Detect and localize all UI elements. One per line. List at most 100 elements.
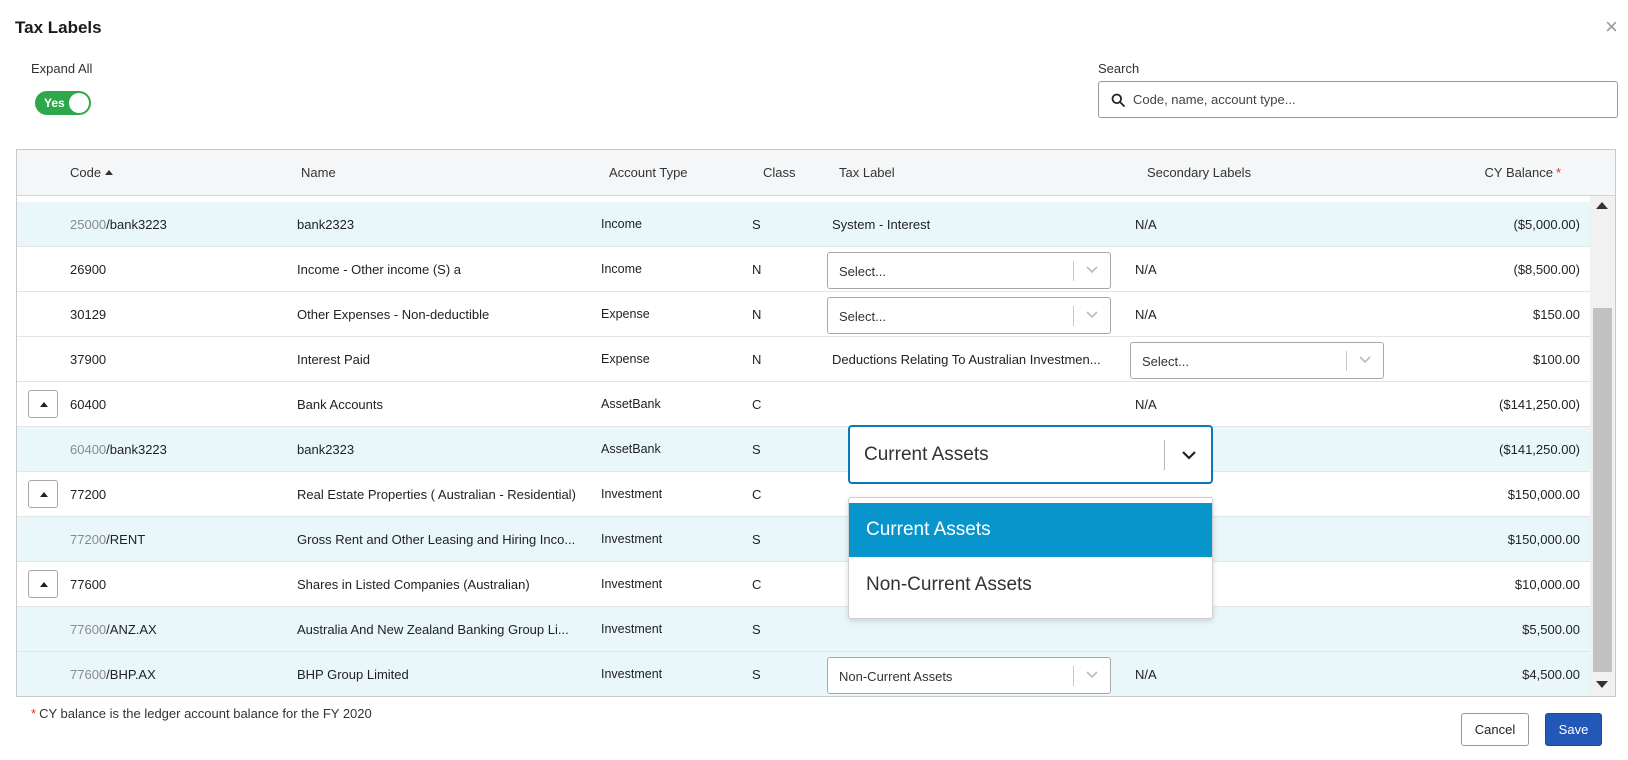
table-row[interactable]: 60400 Bank Accounts AssetBank C N/A ($14…: [17, 382, 1590, 427]
account-type-cell: Income: [601, 217, 642, 231]
column-header-cy-balance-label: CY Balance: [1484, 165, 1553, 180]
scroll-up-icon[interactable]: [1596, 202, 1608, 209]
save-button[interactable]: Save: [1545, 713, 1602, 746]
account-type-cell: AssetBank: [601, 397, 661, 411]
table-row[interactable]: 30129 Other Expenses - Non-deductible Ex…: [17, 292, 1590, 337]
name-cell: Real Estate Properties ( Australian - Re…: [297, 487, 576, 502]
table-row[interactable]: 77200/RENT Gross Rent and Other Leasing …: [17, 517, 1590, 562]
tax-label-select[interactable]: Select...: [827, 297, 1111, 334]
search-box: [1098, 81, 1618, 118]
account-type-cell: Investment: [601, 577, 663, 591]
dropdown-option-current-assets[interactable]: Current Assets: [849, 503, 1212, 557]
cy-balance-cell: $5,500.00: [1522, 622, 1580, 637]
name-cell: Interest Paid: [297, 352, 370, 367]
tax-label-select[interactable]: Select...: [827, 252, 1111, 289]
cy-balance-cell: $150.00: [1533, 307, 1580, 322]
code-cell: 26900: [70, 262, 107, 277]
code-parent: 77600: [70, 622, 107, 637]
expand-all-label: Expand All: [31, 61, 93, 76]
class-cell: C: [752, 487, 762, 502]
cancel-button[interactable]: Cancel: [1461, 713, 1529, 746]
code-cell: 60400: [70, 397, 107, 412]
table-row[interactable]: 60400/bank3223 bank2323 AssetBank S ($14…: [17, 427, 1590, 472]
tax-label-select-value: Non-Current Assets: [839, 669, 953, 684]
name-cell: BHP Group Limited: [297, 667, 409, 682]
account-type-cell: AssetBank: [601, 442, 661, 456]
account-type-cell: Expense: [601, 307, 650, 321]
tax-label-cell: System - Interest: [832, 217, 931, 232]
code-cell: 30129: [70, 307, 107, 322]
required-marker: *: [31, 706, 37, 721]
code-cell: 77600/BHP.AX: [70, 667, 156, 682]
toggle-knob: [69, 93, 89, 113]
account-type-cell: Income: [601, 262, 642, 276]
footnote: * CY balance is the ledger account balanc…: [31, 706, 372, 721]
table-row[interactable]: 37900 Interest Paid Expense N Deductions…: [17, 337, 1590, 382]
table-row[interactable]: 77600 Shares in Listed Companies (Austra…: [17, 562, 1590, 607]
tax-label-cell: Deductions Relating To Australian Invest…: [832, 352, 1101, 367]
column-header-cy-balance[interactable]: CY Balance *: [1485, 165, 1561, 180]
class-cell: N: [752, 262, 762, 277]
name-cell: Income - Other income (S) a: [297, 262, 461, 277]
dropdown-option-non-current-assets[interactable]: Non-Current Assets: [849, 558, 1212, 612]
vertical-scrollbar[interactable]: [1590, 196, 1615, 696]
secondary-label-select-value: Select...: [1142, 354, 1189, 369]
toggle-state-text: Yes: [44, 96, 65, 110]
table-row[interactable]: 77200 Real Estate Properties ( Australia…: [17, 472, 1590, 517]
cy-balance-cell: ($141,250.00): [1499, 442, 1580, 457]
column-header-code[interactable]: Code: [70, 165, 114, 180]
account-type-cell: Investment: [601, 532, 663, 546]
class-cell: S: [752, 442, 761, 457]
account-type-cell: Investment: [601, 487, 663, 501]
class-cell: C: [752, 397, 762, 412]
sort-ascending-icon: [105, 170, 114, 175]
code-parent: 77200: [70, 532, 107, 547]
code-sub: /bank3223: [106, 217, 167, 232]
search-icon: [1111, 93, 1125, 107]
chevron-down-icon: [1182, 451, 1196, 460]
collapse-row-button[interactable]: [28, 390, 58, 418]
search-label: Search: [1098, 61, 1140, 76]
name-cell: bank2323: [297, 217, 355, 232]
table-row[interactable]: 77600/ANZ.AX Australia And New Zealand B…: [17, 607, 1590, 652]
collapse-row-button[interactable]: [28, 480, 58, 508]
table-row[interactable]: 26900 Income - Other income (S) a Income…: [17, 247, 1590, 292]
expand-all-toggle[interactable]: Yes: [35, 91, 91, 115]
table-header: Code Name Account Type Class Tax Label S…: [17, 150, 1615, 196]
chevron-down-icon: [1359, 356, 1371, 364]
collapse-row-button[interactable]: [28, 570, 58, 598]
tax-label-select[interactable]: Non-Current Assets: [827, 657, 1111, 694]
secondary-label-cell: N/A: [1135, 667, 1157, 682]
scroll-down-icon[interactable]: [1596, 681, 1608, 688]
tax-label-select-open[interactable]: Current Assets: [848, 425, 1213, 484]
table-row[interactable]: 77600/BHP.AX BHP Group Limited Investmen…: [17, 652, 1590, 696]
account-type-cell: Investment: [601, 667, 663, 681]
class-cell: N: [752, 307, 762, 322]
column-header-tax-label[interactable]: Tax Label: [839, 165, 895, 180]
code-cell: 60400/bank3223: [70, 442, 167, 457]
column-header-account-type[interactable]: Account Type: [609, 165, 688, 180]
secondary-label-select[interactable]: Select...: [1130, 342, 1384, 379]
name-cell: Australia And New Zealand Banking Group …: [297, 622, 569, 637]
search-input[interactable]: [1133, 82, 1603, 117]
code-sub: /bank3223: [106, 442, 167, 457]
secondary-label-cell: N/A: [1135, 217, 1157, 232]
name-cell: bank2323: [297, 442, 355, 457]
tax-label-dropdown-menu: Current Assets Non-Current Assets: [848, 497, 1213, 619]
cy-balance-cell: $100.00: [1533, 352, 1580, 367]
code-sub: /ANZ.AX: [106, 622, 157, 637]
code-parent: 25000: [70, 217, 107, 232]
tax-label-select-value: Current Assets: [864, 444, 989, 465]
cy-balance-cell: $150,000.00: [1507, 532, 1580, 547]
tax-label-select-value: Select...: [839, 309, 886, 324]
name-cell: Bank Accounts: [297, 397, 383, 412]
column-header-secondary-labels[interactable]: Secondary Labels: [1147, 165, 1251, 180]
column-header-name[interactable]: Name: [301, 165, 336, 180]
scrollbar-thumb[interactable]: [1593, 308, 1612, 672]
secondary-label-cell: N/A: [1135, 307, 1157, 322]
chevron-down-icon: [1086, 266, 1098, 274]
table-row[interactable]: 25000/bank3223 bank2323 Income S System …: [17, 202, 1590, 247]
close-icon[interactable]: ×: [1605, 16, 1618, 38]
code-cell: 37900: [70, 352, 107, 367]
column-header-class[interactable]: Class: [763, 165, 796, 180]
